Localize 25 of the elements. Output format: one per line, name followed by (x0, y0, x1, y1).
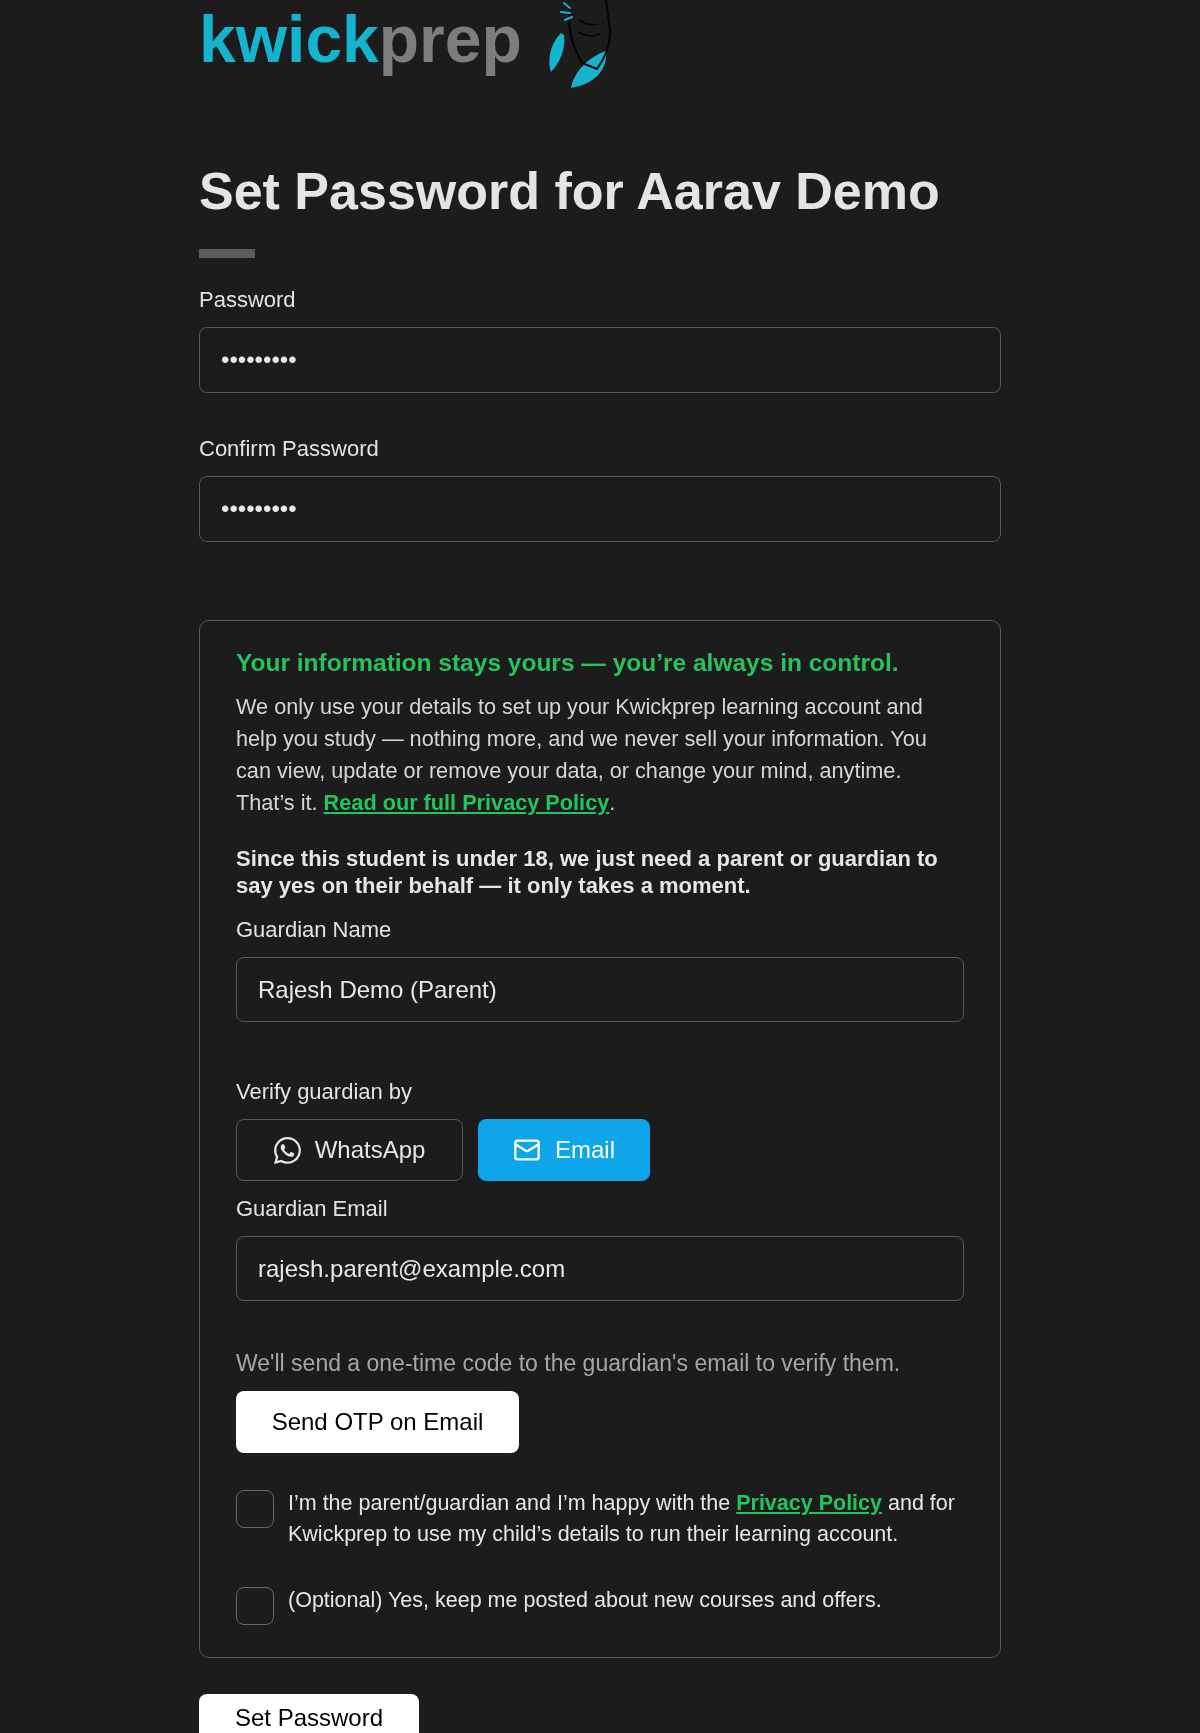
guardian-name-field[interactable]: Rajesh Demo (Parent) (236, 957, 964, 1022)
field-label: Guardian Email (236, 1196, 389, 1222)
privacy-text: We only use your details to set up your Kwickprep learning account and help you study — nothing more, and we never sell your information. You can view, update or remove your data, or change your mind, anytime. That’s it. Read our full Privacy Policy. (236, 693, 928, 817)
guardian-email-field[interactable]: rajesh.parent@example.com (236, 1236, 964, 1301)
consent-heading: Your information stays yours — you’re always in control. (236, 648, 900, 678)
password-field[interactable]: ••••••••• (199, 327, 1001, 393)
privacy-policy-link[interactable]: Read our full Privacy Policy (323, 790, 610, 815)
field-label: Guardian Name (236, 917, 393, 943)
whatsapp-option-button[interactable]: WhatsApp (236, 1119, 463, 1181)
whatsapp-icon (273, 1136, 301, 1164)
otp-hint: We'll send a one-time code to the guardian's email to verify them. (236, 1349, 902, 1377)
field-label: Password (199, 287, 297, 313)
guardian-notice: Since this student is under 18, we just need a parent or guardian to say yes on their behalf — it only takes a moment. (236, 846, 939, 899)
send-otp-button[interactable]: Send OTP on Email (236, 1391, 519, 1453)
checkbox[interactable] (236, 1490, 274, 1528)
accent-bar (199, 249, 255, 258)
page-title: Set Password for Aarav Demo (199, 165, 941, 217)
field-label: Confirm Password (199, 436, 380, 462)
checkbox[interactable] (236, 1587, 274, 1625)
field-label: Verify guardian by (236, 1079, 414, 1105)
privacy-policy-link[interactable]: Privacy Policy (736, 1491, 882, 1515)
password-field[interactable]: ••••••••• (199, 476, 1001, 542)
checkbox-label: I’m the parent/guardian and I’m happy with the Privacy Policy and for Kwickprep to use my child’s details to run their learning account. (288, 1490, 956, 1548)
set-password-button[interactable]: Set Password (199, 1694, 419, 1733)
checkbox-label: (Optional) Yes, keep me posted about new courses and offers. (288, 1587, 882, 1614)
